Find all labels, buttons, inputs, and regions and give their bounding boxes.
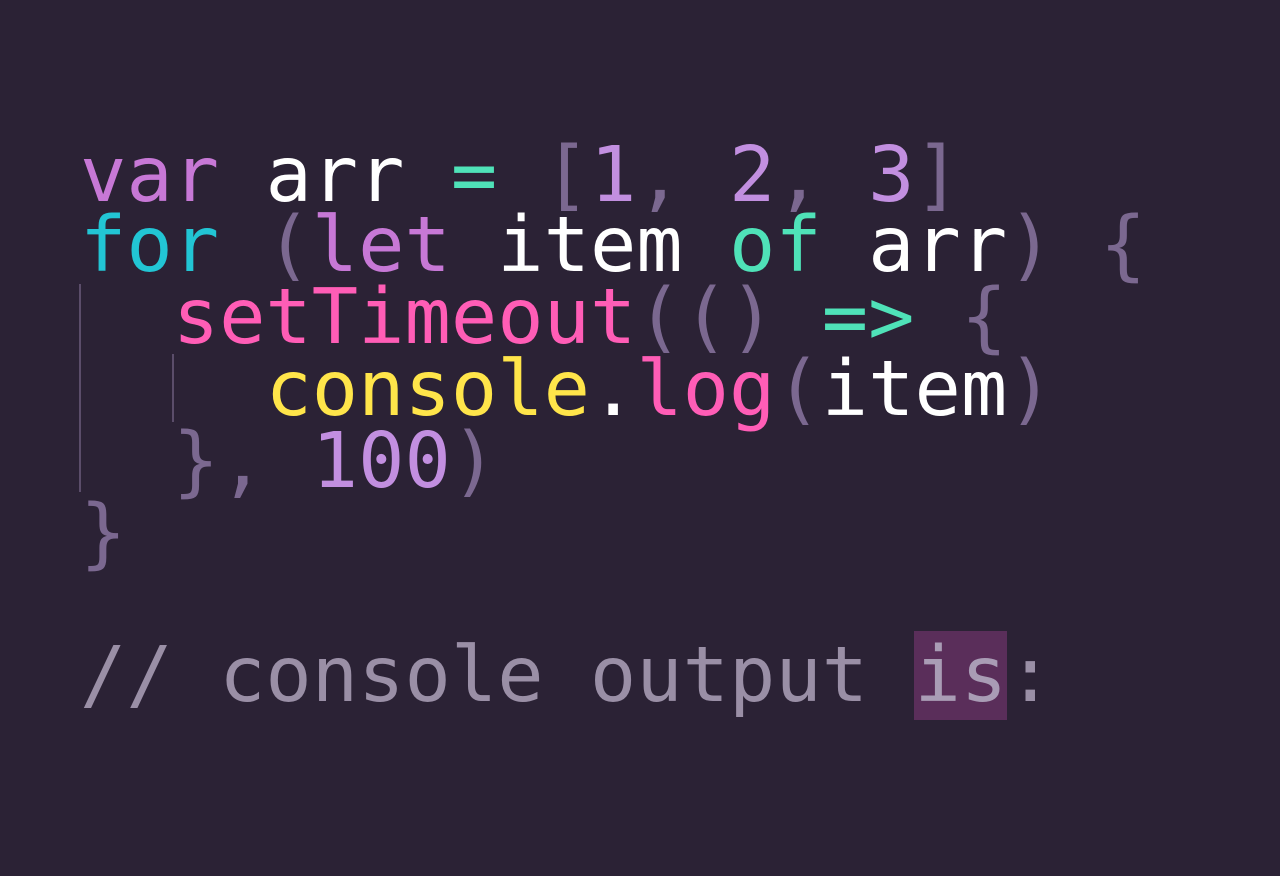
identifier-item: item	[821, 345, 1008, 434]
comment-text: // console output	[80, 631, 915, 720]
paren-close: )	[1007, 345, 1054, 434]
code-line-5: }, 100)	[80, 423, 498, 500]
brace-close-comma: },	[172, 417, 266, 506]
paren-open: (	[775, 345, 822, 434]
code-line-4: console.log(item)	[80, 351, 1053, 428]
code-comment-line: // console output is:	[80, 631, 1054, 720]
code-line-2: for (let item of arr) {	[80, 207, 1146, 284]
code-line-3: setTimeout(() => {	[80, 279, 1007, 356]
paren-close: )	[1007, 201, 1054, 290]
brace-close: }	[80, 489, 127, 578]
search-highlight: is	[914, 631, 1008, 720]
paren-close: )	[450, 417, 498, 506]
number-literal: 100	[311, 417, 451, 506]
code-line-6: }	[80, 495, 126, 572]
brace-open: {	[1099, 201, 1147, 290]
dot-accessor: .	[589, 345, 637, 434]
comment-text: :	[1007, 631, 1054, 720]
method-log: log	[636, 345, 776, 434]
code-editor[interactable]: var arr = [1, 2, 3] for (let item of arr…	[0, 0, 1280, 876]
